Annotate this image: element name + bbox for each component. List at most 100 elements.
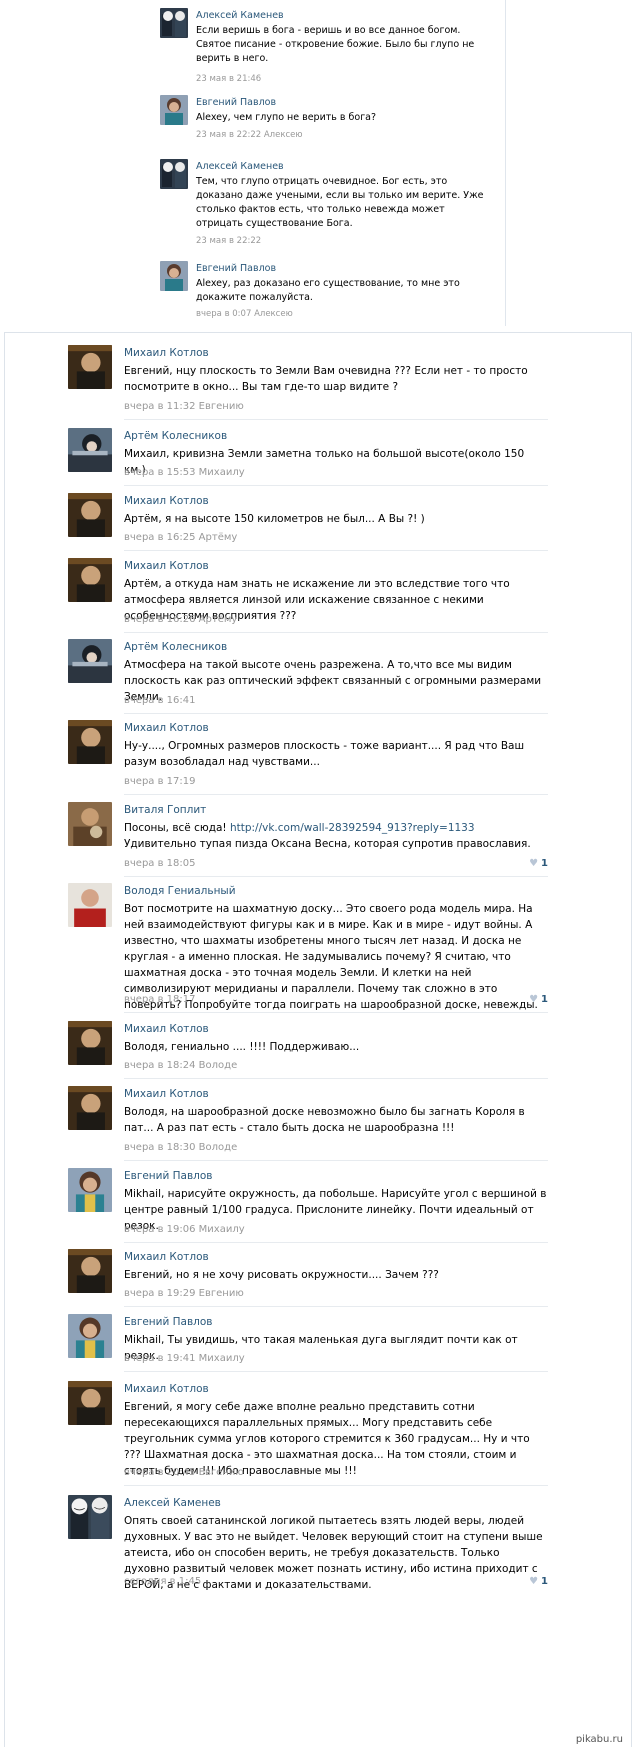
anime-avatar[interactable]	[68, 639, 112, 683]
comment: Алексей Каменев Тем, что глупо отрицать …	[160, 159, 490, 249]
comment-author[interactable]: Михаил Котлов	[124, 495, 209, 507]
comment-meta[interactable]: вчера в 18:17	[124, 994, 196, 1005]
man-dark-photo-avatar[interactable]	[68, 493, 112, 537]
comment-text: Alexey, чем глупо не верить в бога?	[196, 112, 377, 123]
man-red-shirt-avatar[interactable]	[68, 883, 112, 927]
like-count: 1	[541, 994, 548, 1005]
like-count: 1	[541, 1576, 548, 1587]
comment-text: Володя, на шарообразной доске невозможно…	[124, 1106, 525, 1134]
woman-photo-avatar[interactable]	[160, 261, 188, 291]
man-cat-photo-avatar[interactable]	[68, 802, 112, 846]
comment: Алексей Каменев Если веришь в бога - вер…	[160, 8, 490, 84]
comment-divider	[124, 1371, 548, 1372]
comment: Михаил Котлов Артём, я на высоте 150 кило…	[68, 493, 548, 551]
comment: Виталя Гоплит Посоны, всё сюда! http://vk…	[68, 802, 548, 877]
comment: Артём Колесников Атмосфера на такой высот…	[68, 639, 548, 714]
comment-meta[interactable]: сегодня в 1:45	[124, 1576, 201, 1587]
comment-meta[interactable]: вчера в 18:30 Володе	[124, 1142, 237, 1153]
like-button[interactable]: ♥ 1	[529, 858, 548, 869]
comment-meta[interactable]: вчера в 20:45 Евгению	[124, 1467, 244, 1478]
comment-author[interactable]: Евгений Павлов	[196, 263, 276, 274]
comment-meta[interactable]: 23 мая в 21:46	[196, 74, 261, 84]
man-dark-photo-avatar[interactable]	[68, 720, 112, 764]
like-button[interactable]: ♥ 1	[529, 1576, 548, 1587]
troll-face-avatar[interactable]	[160, 8, 188, 38]
comment-text: Посоны, всё сюда! http://vk.com/wall-283…	[124, 820, 548, 852]
woman-photo-avatar[interactable]	[68, 1314, 112, 1358]
heart-icon: ♥	[529, 858, 539, 869]
comment-meta[interactable]: вчера в 16:26 Артёму	[124, 614, 237, 625]
comment-author[interactable]: Евгений Павлов	[124, 1170, 213, 1182]
comment-divider	[124, 794, 548, 795]
like-button[interactable]: ♥ 1	[529, 994, 548, 1005]
comment: Евгений Павлов Alexey, чем глупо не вери…	[160, 95, 490, 145]
troll-face-avatar[interactable]	[68, 1495, 112, 1539]
comment-meta[interactable]: вчера в 19:29 Евгению	[124, 1288, 244, 1299]
comment-text: Alexey, раз доказано его существование, …	[196, 278, 460, 303]
comment-text: Евгений, но я не хочу рисовать окружност…	[124, 1269, 439, 1281]
man-dark-photo-avatar[interactable]	[68, 1086, 112, 1130]
comment: Михаил Котлов Евгений, но я не хочу рисов…	[68, 1249, 548, 1307]
woman-photo-avatar[interactable]	[68, 1168, 112, 1212]
comment-divider	[124, 485, 548, 486]
comment-text-before: Посоны, всё сюда!	[124, 822, 230, 834]
comment-author[interactable]: Михаил Котлов	[124, 1251, 209, 1263]
earlier-comments-panel: Алексей Каменев Если веришь в бога - вер…	[150, 0, 506, 326]
like-count: 1	[541, 858, 548, 869]
comment-author[interactable]: Михаил Котлов	[124, 1023, 209, 1035]
comment-text-after: Удивительно тупая пизда Оксана Весна, ко…	[124, 838, 531, 850]
comment-meta[interactable]: вчера в 15:53 Михаилу	[124, 467, 245, 478]
man-dark-photo-avatar[interactable]	[68, 1021, 112, 1065]
comments-panel: Михаил Котлов Евгений, нцу плоскость то З…	[4, 332, 632, 1747]
comment-text: Если веришь в бога - веришь и во все дан…	[196, 25, 475, 64]
comment-author[interactable]: Михаил Котлов	[124, 722, 209, 734]
comment-meta[interactable]: вчера в 17:19	[124, 776, 196, 787]
comment: Евгений Павлов Mikhail, Ты увидишь, что т…	[68, 1314, 548, 1372]
comment: Володя Гениальный Вот посмотрите на шахма…	[68, 883, 548, 1013]
comment-meta[interactable]: 23 мая в 22:22 Алексею	[196, 130, 303, 140]
comment-author[interactable]: Виталя Гоплит	[124, 804, 206, 816]
comment-author[interactable]: Алексей Каменев	[124, 1497, 221, 1509]
man-dark-photo-avatar[interactable]	[68, 558, 112, 602]
comment-author[interactable]: Евгений Павлов	[196, 97, 276, 108]
comment-meta[interactable]: вчера в 16:25 Артёму	[124, 532, 237, 543]
anime-avatar[interactable]	[68, 428, 112, 472]
comment-meta[interactable]: 23 мая в 22:22	[196, 236, 261, 246]
comment-meta[interactable]: вчера в 0:07 Алексею	[196, 309, 293, 319]
comment-divider	[124, 713, 548, 714]
comment-divider	[124, 632, 548, 633]
comment-author[interactable]: Алексей Каменев	[196, 10, 284, 21]
comment-author[interactable]: Алексей Каменев	[196, 161, 284, 172]
comment-meta[interactable]: вчера в 18:24 Володе	[124, 1060, 237, 1071]
comment-author[interactable]: Евгений Павлов	[124, 1316, 213, 1328]
comment-author[interactable]: Михаил Котлов	[124, 560, 209, 572]
comment-author[interactable]: Михаил Котлов	[124, 347, 209, 359]
comment-divider	[124, 1485, 548, 1486]
comment-author[interactable]: Михаил Котлов	[124, 1383, 209, 1395]
comment-author[interactable]: Михаил Котлов	[124, 1088, 209, 1100]
comment-text: Ну-у...., Огромных размеров плоскость - …	[124, 740, 525, 768]
comment-author[interactable]: Артём Колесников	[124, 430, 227, 442]
comment: Михаил Котлов Евгений, я могу себе даже в…	[68, 1381, 548, 1486]
comment: Михаил Котлов Артём, а откуда нам знать н…	[68, 558, 548, 633]
comment-text: Евгений, нцу плоскость то Земли Вам очев…	[124, 365, 528, 393]
comment-meta[interactable]: вчера в 19:41 Михаилу	[124, 1353, 245, 1364]
troll-face-avatar[interactable]	[160, 159, 188, 189]
comment-link[interactable]: http://vk.com/wall-28392594_913?reply=11…	[230, 822, 475, 834]
comment-text: Володя, гениально .... !!!! Поддерживаю.…	[124, 1041, 360, 1053]
man-dark-photo-avatar[interactable]	[68, 1249, 112, 1293]
comment: Евгений Павлов Alexey, раз доказано его …	[160, 261, 490, 321]
man-dark-photo-avatar[interactable]	[68, 345, 112, 389]
comment-author[interactable]: Артём Колесников	[124, 641, 227, 653]
comment-divider	[124, 1160, 548, 1161]
man-dark-photo-avatar[interactable]	[68, 1381, 112, 1425]
comment: Алексей Каменев Опять своей сатанинской л…	[68, 1495, 548, 1595]
woman-photo-avatar[interactable]	[160, 95, 188, 125]
comment-meta[interactable]: вчера в 16:41	[124, 695, 196, 706]
comment-divider	[124, 876, 548, 877]
comment-author[interactable]: Володя Гениальный	[124, 885, 236, 897]
comment-meta[interactable]: вчера в 18:05	[124, 858, 196, 869]
comment-meta[interactable]: вчера в 19:06 Михаилу	[124, 1224, 245, 1235]
comment-text: Артём, я на высоте 150 километров не был…	[124, 513, 425, 525]
comment-meta[interactable]: вчера в 11:32 Евгению	[124, 401, 244, 412]
